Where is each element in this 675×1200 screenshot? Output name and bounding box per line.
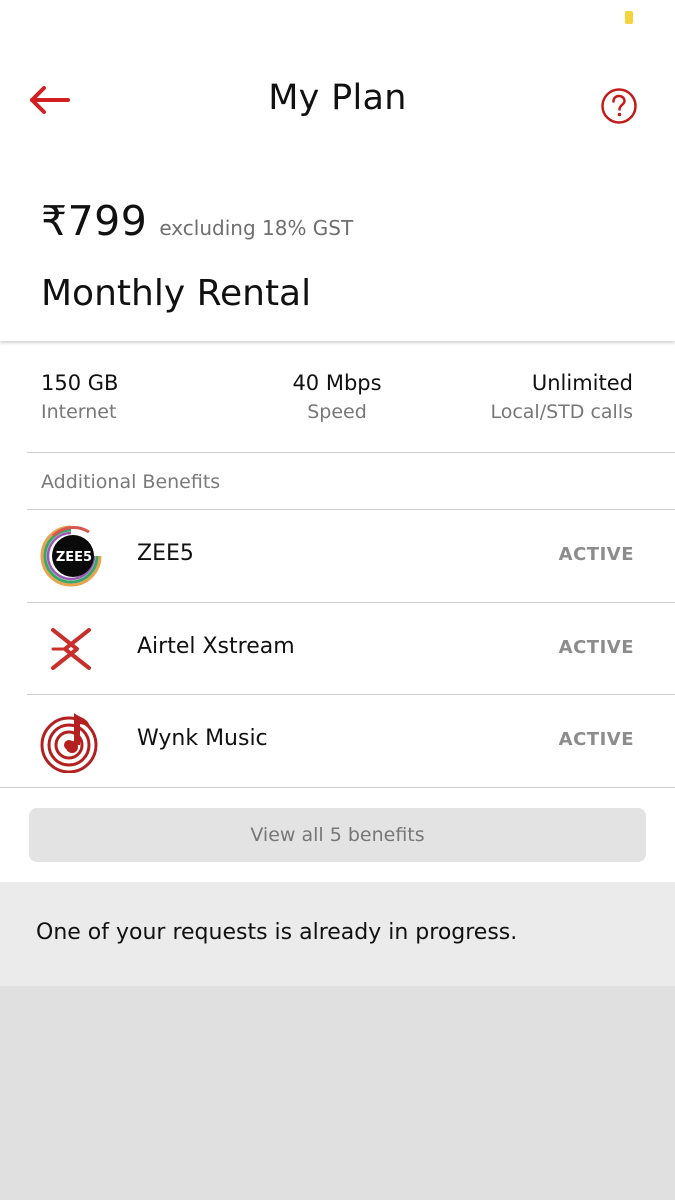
benefit-status-badge: ACTIVE: [558, 544, 634, 565]
plan-type: Monthly Rental: [41, 273, 312, 314]
additional-benefits-heading: Additional Benefits: [41, 471, 221, 493]
status-indicator: [625, 11, 633, 24]
stat-label: Local/STD calls: [490, 401, 633, 423]
benefit-status-badge: ACTIVE: [558, 729, 634, 750]
benefit-name: Wynk Music: [137, 726, 268, 751]
view-all-benefits-button[interactable]: View all 5 benefits: [29, 808, 646, 862]
stat-label: Internet: [41, 401, 117, 423]
benefit-row-zee5[interactable]: ZEE5 ZEE5 ACTIVE: [27, 510, 675, 602]
page-title: My Plan: [268, 78, 407, 118]
stat-value: Unlimited: [531, 371, 633, 395]
price-tax-note: excluding 18% GST: [159, 216, 354, 240]
plan-details: 150 GB Internet 40 Mbps Speed Unlimited …: [0, 341, 675, 882]
benefit-name: ZEE5: [137, 541, 194, 566]
stat-value: 150 GB: [41, 371, 119, 395]
divider: [27, 452, 675, 453]
stat-speed: 40 Mbps Speed: [237, 371, 437, 423]
benefit-row-wynk-music[interactable]: Wynk Music ACTIVE: [27, 695, 675, 787]
airtel-xstream-logo-icon: [51, 628, 91, 670]
stat-label: Speed: [307, 401, 367, 423]
zee5-logo-text: ZEE5: [56, 550, 92, 565]
benefit-status-badge: ACTIVE: [558, 637, 634, 658]
benefit-name: Airtel Xstream: [137, 634, 295, 659]
help-icon: [601, 88, 637, 124]
price-row: ₹799 excluding 18% GST: [41, 197, 353, 245]
divider: [0, 787, 675, 788]
benefit-row-airtel-xstream[interactable]: Airtel Xstream ACTIVE: [27, 603, 675, 695]
zee5-logo-icon: ZEE5: [40, 525, 102, 587]
plan-price: ₹799: [41, 197, 148, 245]
notice-text: One of your requests is already in progr…: [36, 920, 518, 945]
stat-internet: 150 GB Internet: [41, 371, 118, 423]
stat-calls: Unlimited Local/STD calls: [490, 371, 633, 423]
stat-value: 40 Mbps: [292, 371, 382, 395]
wynk-music-logo-icon: [40, 713, 98, 773]
request-in-progress-notice: One of your requests is already in progr…: [0, 882, 675, 986]
help-button[interactable]: [600, 87, 638, 125]
plan-summary-card: My Plan ₹799 excluding 18% GST Monthly R…: [0, 0, 675, 341]
